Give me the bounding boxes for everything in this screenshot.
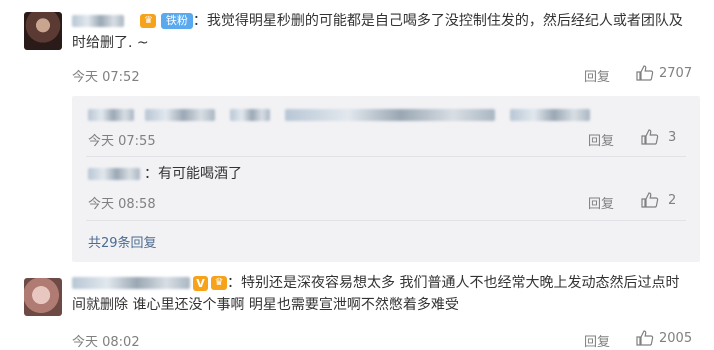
comment-1-time: 今天 07:52 bbox=[72, 70, 140, 85]
comment-2-line1: V ♛ ：特别还是深夜容易想太多 我们普通人不也经常大晚上发动态然后过点时 bbox=[72, 272, 702, 294]
comment-1-line1: ♛ 铁粉 ：我觉得明星秒删的可能都是自己喝多了没控制住发的，然后经纪人或者团队及 bbox=[72, 10, 702, 32]
comment-1: ♛ 铁粉 ：我觉得明星秒删的可能都是自己喝多了没控制住发的，然后经纪人或者团队及 … bbox=[72, 10, 702, 54]
reply-2-reply-button[interactable]: 回复 bbox=[588, 193, 614, 212]
vip-badge-icon: V bbox=[193, 275, 208, 291]
reply-1-reply-button[interactable]: 回复 bbox=[588, 130, 614, 149]
vip-badge-icon: ♛ bbox=[211, 276, 227, 290]
username-blurred[interactable] bbox=[88, 108, 134, 121]
comment-2-reply-button[interactable]: 回复 bbox=[584, 331, 610, 350]
reply-2-text: 有可能喝酒了 bbox=[158, 166, 242, 182]
reply-2-time: 今天 08:58 bbox=[88, 197, 156, 212]
fan-badge: 铁粉 bbox=[160, 13, 193, 29]
reply-text-blurred bbox=[285, 108, 496, 121]
vip-badge-icon: ♛ bbox=[140, 14, 157, 28]
reply-text-blurred bbox=[230, 108, 271, 121]
reply-1-likes: 3 bbox=[668, 130, 677, 145]
comment-1-line2: 时给删了. ~ bbox=[72, 35, 149, 51]
reply-text-blurred bbox=[145, 108, 216, 121]
username-blurred[interactable] bbox=[72, 277, 190, 289]
thumbs-up-icon[interactable] bbox=[641, 192, 659, 208]
reply-text-blurred bbox=[510, 108, 591, 121]
comment-2-text: ：特别还是深夜容易想太多 我们普通人不也经常大晚上发动态然后过点时 bbox=[227, 275, 680, 291]
avatar[interactable] bbox=[24, 278, 62, 316]
comment-2-time: 今天 08:02 bbox=[72, 335, 140, 350]
comment-2: V ♛ ：特别还是深夜容易想太多 我们普通人不也经常大晚上发动态然后过点时 间就删除… bbox=[72, 272, 702, 316]
reply-2-likes: 2 bbox=[668, 193, 677, 208]
reply-1-author bbox=[88, 104, 591, 123]
comment-1-text: ：我觉得明星秒删的可能都是自己喝多了没控制住发的，然后经纪人或者团队及 bbox=[192, 13, 683, 29]
reply-2: ：有可能喝酒了 bbox=[88, 163, 242, 185]
comment-2-likes: 2005 bbox=[659, 331, 693, 346]
avatar[interactable] bbox=[24, 12, 62, 50]
thumbs-up-icon[interactable] bbox=[641, 129, 659, 145]
comment-1-reply-button[interactable]: 回复 bbox=[584, 66, 610, 85]
thumbs-up-icon[interactable] bbox=[636, 65, 654, 81]
comment-2-line2: 间就删除 谁心里还没个事啊 明星也需要宣泄啊不然憋着多难受 bbox=[72, 297, 459, 313]
more-replies-link[interactable]: 共29条回复 bbox=[88, 232, 157, 251]
comment-1-likes: 2707 bbox=[659, 66, 693, 81]
thumbs-up-icon[interactable] bbox=[636, 330, 654, 346]
colon: ： bbox=[144, 166, 158, 182]
divider bbox=[86, 156, 686, 157]
username-blurred[interactable] bbox=[72, 15, 124, 27]
username-blurred[interactable] bbox=[88, 168, 140, 180]
reply-1-time: 今天 07:55 bbox=[88, 134, 156, 149]
divider bbox=[86, 220, 686, 221]
